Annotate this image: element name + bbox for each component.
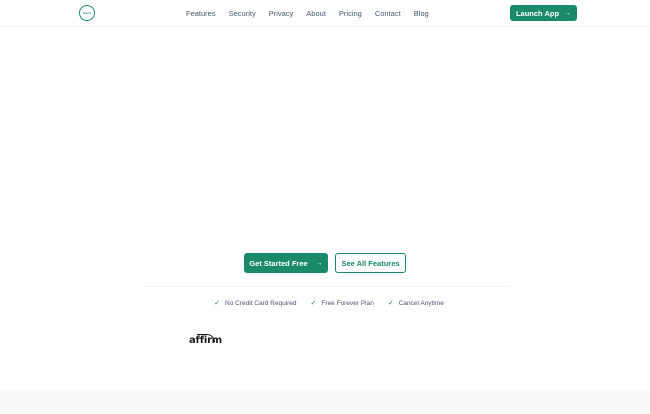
get-started-button[interactable]: Get Started Free → [244, 253, 328, 273]
feature-item: ✓ Free Forever Plan [310, 299, 374, 308]
arrow-right-icon: → [315, 259, 323, 267]
nav-link-blog[interactable]: Blog [414, 9, 429, 18]
feature-label: No Credit Card Required [225, 299, 297, 307]
feature-label: Free Forever Plan [321, 299, 374, 307]
hero-actions: Get Started Free → See All Features [0, 253, 650, 273]
feature-item: ✓ No Credit Card Required [214, 299, 297, 308]
logo[interactable]: Kazu [79, 5, 95, 21]
launch-app-button[interactable]: Launch App → [510, 5, 577, 21]
section-divider [145, 286, 510, 287]
check-icon: ✓ [214, 300, 220, 307]
feature-item: ✓ Cancel Anytime [387, 299, 444, 308]
nav-link-security[interactable]: Security [229, 9, 256, 18]
footer-band [0, 390, 650, 414]
nav-link-about[interactable]: About [306, 9, 326, 18]
get-started-label: Get Started Free [249, 258, 308, 268]
logo-text: Kazu [83, 11, 91, 15]
nav-link-pricing[interactable]: Pricing [339, 9, 362, 18]
check-icon: ✓ [387, 300, 394, 307]
nav-links: Features Security Privacy About Pricing … [186, 0, 442, 27]
nav-link-features[interactable]: Features [186, 9, 216, 18]
check-icon: ✓ [310, 300, 317, 307]
see-all-features-button[interactable]: See All Features [335, 253, 406, 273]
feature-label: Cancel Anytime [398, 299, 444, 307]
arrow-right-icon: → [564, 9, 572, 17]
nav-link-contact[interactable]: Contact [375, 9, 401, 18]
launch-app-label: Launch App [515, 8, 560, 18]
feature-highlights: ✓ No Credit Card Required ✓ Free Forever… [0, 299, 650, 308]
nav-link-privacy[interactable]: Privacy [269, 9, 294, 18]
partner-logo-affirm: affirm [189, 335, 223, 346]
see-all-features-label: See All Features [341, 258, 400, 268]
top-navigation: Kazu Features Security Privacy About Pri… [0, 0, 650, 27]
